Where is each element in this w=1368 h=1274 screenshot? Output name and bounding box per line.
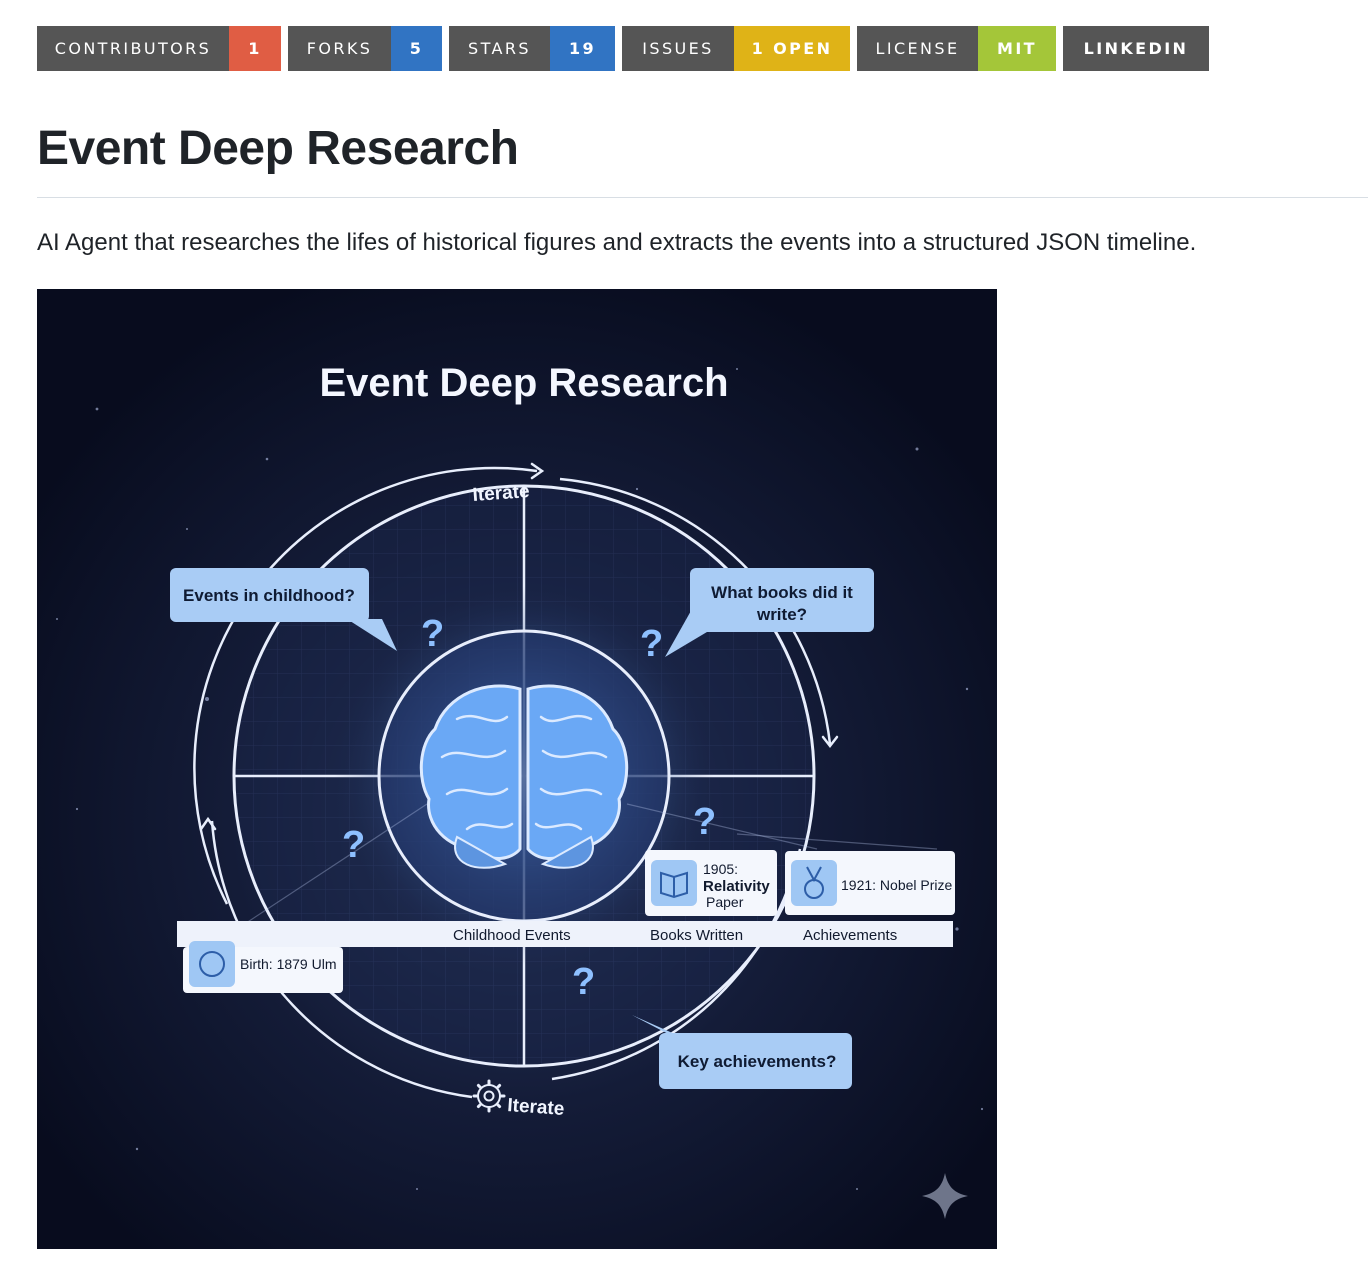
stars-badge-value: 19 (550, 26, 615, 71)
medal-icon (791, 860, 837, 906)
figure-title: Event Deep Research (319, 361, 728, 405)
badge-row: CONTRIBUTORS 1 FORKS 5 STARS 19 ISSUES 1… (37, 26, 1216, 71)
bubble-books-line2: write? (756, 605, 807, 624)
card-birth-text: Birth: 1879 Ulm (240, 956, 336, 972)
forks-badge-value: 5 (391, 26, 442, 71)
license-badge-label: LICENSE (857, 26, 978, 71)
timeline-label-achievements: Achievements (803, 927, 897, 944)
bubble-books-line1: What books did it (711, 583, 853, 602)
question-mark-5: ? (572, 961, 595, 1003)
title-divider (37, 197, 1368, 198)
baby-icon (189, 941, 235, 987)
card-nobel-text: 1921: Nobel Prize (841, 877, 953, 893)
illustration-image: Iterate Iterate Event Deep Research Even… (37, 289, 997, 1249)
card-relativity: 1905: Relativity Paper (645, 850, 777, 916)
bubble-achievements-text: Key achievements? (678, 1052, 837, 1071)
card-birth: Birth: 1879 Ulm (183, 941, 343, 993)
issues-badge-label: ISSUES (622, 26, 734, 71)
stars-badge[interactable]: STARS 19 (449, 26, 615, 71)
issues-badge-value: 1 OPEN (734, 26, 850, 71)
question-mark-2: ? (640, 623, 663, 665)
stars-badge-label: STARS (449, 26, 550, 71)
card-relativity-year: 1905: (703, 861, 738, 877)
license-badge-value: MIT (978, 26, 1056, 71)
linkedin-badge[interactable]: LINKEDIN (1063, 26, 1209, 71)
bubble-childhood-text: Events in childhood? (183, 586, 355, 605)
question-mark-1: ? (421, 613, 444, 655)
iterate-bottom-label: Iterate (507, 1095, 565, 1120)
readme-description: AI Agent that researches the lifes of hi… (37, 229, 1197, 256)
illustration-svg: Iterate Iterate Event Deep Research Even… (37, 289, 997, 1249)
issues-badge[interactable]: ISSUES 1 OPEN (622, 26, 850, 71)
contributors-badge[interactable]: CONTRIBUTORS 1 (37, 26, 281, 71)
question-mark-4: ? (693, 801, 716, 843)
contributors-badge-label: CONTRIBUTORS (37, 26, 229, 71)
readme-title: Event Deep Research (37, 122, 519, 175)
forks-badge-label: FORKS (288, 26, 391, 71)
question-mark-3: ? (342, 824, 365, 866)
forks-badge[interactable]: FORKS 5 (288, 26, 442, 71)
linkedin-badge-label: LINKEDIN (1063, 26, 1209, 71)
card-nobel: 1921: Nobel Prize (785, 851, 955, 915)
iterate-top-label: Iterate (472, 481, 530, 506)
card-relativity-title: Relativity (703, 878, 770, 895)
license-badge[interactable]: LICENSE MIT (857, 26, 1056, 71)
timeline-label-childhood: Childhood Events (453, 927, 571, 944)
timeline-label-books: Books Written (650, 927, 743, 944)
contributors-badge-value: 1 (229, 26, 281, 71)
card-relativity-sub: Paper (706, 894, 744, 910)
